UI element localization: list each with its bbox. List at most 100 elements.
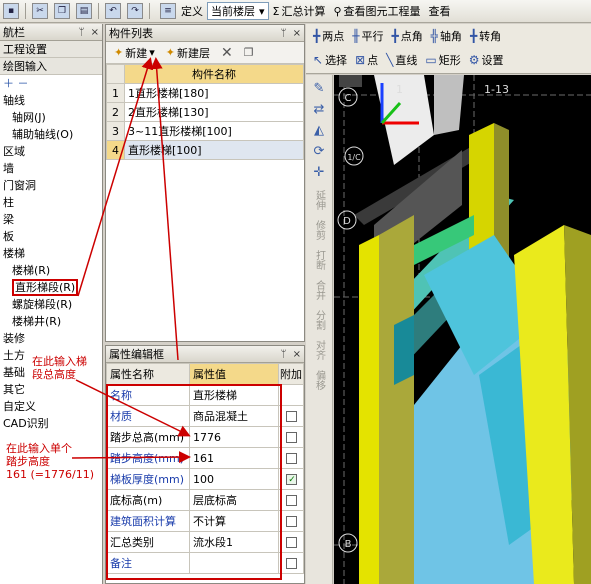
new-button[interactable]: ✦ 新建 ▾ — [110, 45, 159, 61]
add-checkbox[interactable] — [285, 474, 297, 485]
nav-item[interactable]: 装修 — [0, 330, 102, 347]
row-num-header — [106, 64, 125, 84]
side-tool-icon[interactable]: ⟳ — [314, 144, 325, 159]
view-more-button[interactable]: 查看 — [425, 3, 455, 19]
draw-tool-button[interactable]: ╫ 平行 — [349, 28, 386, 44]
add-checkbox[interactable] — [285, 453, 297, 464]
component-name[interactable]: 1直形楼梯[180] — [124, 83, 304, 103]
draw-tool-icon: ⊠ — [355, 53, 366, 67]
side-tool-button[interactable]: 打断 — [312, 250, 327, 270]
pin-icon[interactable]: ᛘ — [281, 28, 287, 39]
add-checkbox[interactable] — [285, 558, 297, 569]
side-tool-icon[interactable]: ✎ — [314, 81, 325, 96]
component-name[interactable]: 3~11直形楼梯[100] — [124, 121, 304, 141]
model-viewport[interactable]: C 1/C D B 1-13 1 — [334, 75, 591, 584]
side-tool-icon[interactable]: ⇄ — [314, 102, 325, 117]
nav-item[interactable]: 板 — [0, 228, 102, 245]
component-name[interactable]: 直形楼梯[100] — [124, 140, 304, 160]
side-tool-button[interactable]: 分割 — [312, 310, 327, 330]
draw-tool-button[interactable]: ╋ 点角 — [388, 28, 425, 44]
side-tool-button[interactable]: 对齐 — [312, 340, 327, 360]
floor-select-value: 当前楼层 — [211, 5, 255, 18]
pin-icon[interactable]: ᛘ — [79, 27, 85, 38]
draw-tool-button[interactable]: ⚙ 设置 — [466, 52, 507, 68]
chevron-down-icon: ▾ — [149, 46, 155, 59]
component-name[interactable]: 2直形楼梯[130] — [124, 102, 304, 122]
add-checkbox[interactable] — [285, 537, 297, 548]
cut-icon[interactable]: ✂ — [32, 3, 48, 19]
nav-item[interactable]: 区域 — [0, 143, 102, 160]
define-label: 定义 — [181, 5, 203, 18]
side-tool-button[interactable]: 修剪 — [312, 220, 327, 240]
nav-item[interactable]: 楼梯井(R) — [0, 313, 102, 330]
close-icon[interactable]: × — [293, 28, 301, 39]
define-button[interactable]: ≡ 定义 — [153, 3, 207, 19]
nav-item-straight-flight[interactable]: 直形梯段(R) — [0, 279, 102, 296]
delete-button[interactable]: ✕ — [217, 45, 237, 61]
nav-item[interactable]: 楼梯 — [0, 245, 102, 262]
side-tool-icon[interactable]: ✛ — [314, 165, 325, 180]
sigma-icon: Σ — [272, 4, 280, 18]
draw-tool-button[interactable]: ╋ 转角 — [467, 28, 504, 44]
draw-tool-button[interactable]: ⊠ 点 — [352, 52, 381, 68]
nav-expand-controls: ＋ － — [3, 77, 29, 90]
copy-component-button[interactable]: ❐ — [240, 46, 258, 59]
side-tool-button[interactable]: 偏移 — [312, 370, 327, 390]
toolbar-separator — [98, 3, 99, 19]
floor-select[interactable]: 当前楼层 ▾ — [207, 2, 269, 20]
nav-item[interactable]: 门窗洞 — [0, 177, 102, 194]
draw-tool-button[interactable]: ▭ 矩形 — [422, 52, 463, 68]
nav-item[interactable]: 墙 — [0, 160, 102, 177]
copy-icon[interactable]: ❐ — [54, 3, 70, 19]
quantity-icon: ⚲ — [333, 4, 342, 18]
draw-tool-button[interactable]: ╋ 两点 — [310, 28, 347, 44]
side-tool-icon[interactable]: ◭ — [314, 123, 324, 138]
property-add-header: 附加 — [278, 363, 304, 385]
main-toolbar: ▪ ✂ ❐ ▤ ↶ ↷ ≡ 定义 当前楼层 ▾ Σ 汇总计算 ⚲ 查看图元工程量 查看 — [0, 0, 591, 23]
nav-section-project[interactable]: 工程设置 — [0, 41, 102, 58]
nav-item[interactable]: 辅助轴线(O) — [0, 126, 102, 143]
nav-item[interactable]: 轴线 — [0, 92, 102, 109]
save-icon[interactable]: ▪ — [3, 3, 19, 19]
view-quantity-button[interactable]: ⚲ 查看图元工程量 — [329, 3, 424, 19]
draw-tool-icon: ╬ — [430, 29, 438, 43]
table-row[interactable]: 3 3~11直形楼梯[100] — [106, 121, 304, 141]
table-row[interactable]: 2 2直形楼梯[130] — [106, 102, 304, 122]
draw-toolbar-row-1: ╋ 两点 ╫ 平行 ╋ 点角 ╬ 轴角 ╋ 转角 — [306, 24, 591, 48]
add-checkbox[interactable] — [285, 495, 297, 506]
nav-section-draw[interactable]: 绘图输入 — [0, 58, 102, 75]
add-checkbox[interactable] — [285, 516, 297, 527]
property-add-cell — [278, 426, 304, 448]
property-editor-title-bar: 属性编辑框 ᛘ × — [106, 346, 304, 363]
side-tool-button[interactable]: 合并 — [312, 280, 327, 300]
draw-tool-button[interactable]: ╲ 直线 — [383, 52, 420, 68]
redo-icon[interactable]: ↷ — [127, 3, 143, 19]
table-row[interactable]: 1 1直形楼梯[180] — [106, 83, 304, 103]
nav-item[interactable]: 轴网(J) — [0, 109, 102, 126]
draw-tool-button[interactable]: ╬ 轴角 — [428, 28, 465, 44]
property-add-cell — [278, 552, 304, 574]
nav-item[interactable]: 其它 — [0, 381, 102, 398]
new-layer-button[interactable]: ✦ 新建层 — [162, 45, 214, 61]
close-icon[interactable]: × — [91, 27, 99, 38]
paste-icon[interactable]: ▤ — [76, 3, 92, 19]
undo-icon[interactable]: ↶ — [105, 3, 121, 19]
side-tool-button[interactable]: 延伸 — [312, 190, 327, 210]
sum-calc-button[interactable]: Σ 汇总计算 — [269, 3, 330, 19]
table-row-selected[interactable]: 4 直形楼梯[100] — [106, 140, 304, 160]
close-icon[interactable]: × — [293, 349, 301, 360]
chevron-down-icon: ▾ — [259, 4, 265, 18]
new-icon: ✦ — [114, 46, 124, 59]
draw-tool-button[interactable]: ↖ 选择 — [310, 52, 350, 68]
pin-icon[interactable]: ᛘ — [281, 349, 287, 360]
nav-item[interactable]: 自定义 — [0, 398, 102, 415]
nav-item[interactable]: 螺旋梯段(R) — [0, 296, 102, 313]
nav-item[interactable]: 楼梯(R) — [0, 262, 102, 279]
nav-item[interactable]: 柱 — [0, 194, 102, 211]
nav-item[interactable]: 梁 — [0, 211, 102, 228]
add-checkbox[interactable] — [285, 432, 297, 443]
property-highlight-frame — [106, 384, 282, 580]
view-more-label: 查看 — [428, 5, 451, 18]
nav-item[interactable]: CAD识别 — [0, 415, 102, 432]
add-checkbox[interactable] — [285, 411, 297, 422]
